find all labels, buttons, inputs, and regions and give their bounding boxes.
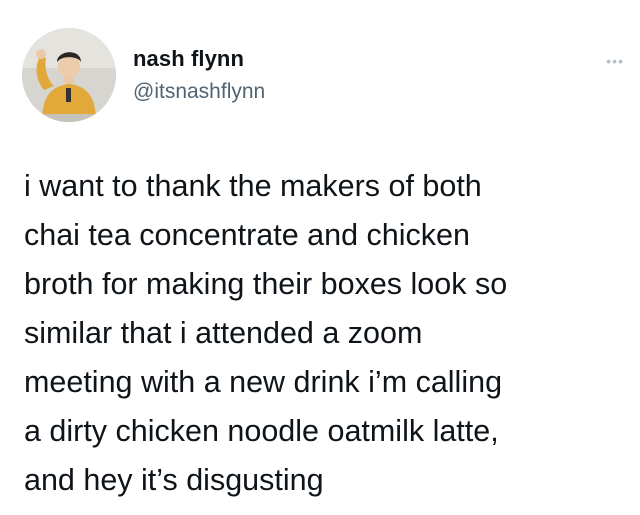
- profile-photo-avatar: [22, 28, 116, 122]
- tweet-text-line: i want to thank the makers of both: [24, 169, 482, 203]
- tweet-card: nash flynn @itsnashflynn ••• i want to t…: [0, 0, 640, 515]
- author-display-name[interactable]: nash flynn: [133, 46, 244, 72]
- tweet-text-line: a dirty chicken noodle oatmilk latte,: [24, 414, 499, 448]
- tweet-text: i want to thank the makers of both chai …: [24, 162, 624, 505]
- more-options-icon[interactable]: •••: [606, 54, 624, 68]
- tweet-text-line: chai tea concentrate and chicken: [24, 218, 470, 252]
- tweet-text-line: broth for making their boxes look so: [24, 267, 508, 301]
- tweet-text-line: and hey it’s disgusting: [24, 463, 324, 497]
- tweet-text-line: similar that i attended a zoom: [24, 316, 423, 350]
- tweet-text-line: meeting with a new drink i’m calling: [24, 365, 503, 399]
- author-avatar[interactable]: [22, 28, 116, 122]
- author-handle[interactable]: @itsnashflynn: [133, 80, 265, 104]
